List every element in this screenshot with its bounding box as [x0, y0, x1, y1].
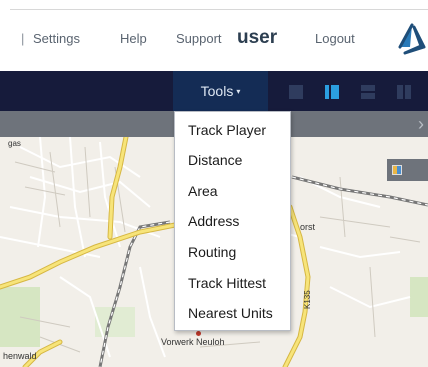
chevron-right-icon[interactable]: › [418, 113, 424, 135]
menu-item-nearest-units[interactable]: Nearest Units [188, 304, 273, 322]
map-label: orst [300, 222, 316, 232]
user-link[interactable]: user [237, 26, 277, 50]
settings-link[interactable]: Settings [33, 27, 80, 51]
map-layer-control[interactable] [387, 159, 428, 181]
tools-label: Tools [200, 83, 234, 99]
top-divider [10, 9, 428, 10]
layout-split-horizontal-icon[interactable] [361, 85, 375, 99]
map-label: henwald [3, 351, 37, 361]
location-pin-icon [196, 331, 201, 336]
layout-quad-icon[interactable] [397, 85, 411, 99]
link-separator: | [21, 31, 25, 46]
support-link[interactable]: Support [176, 27, 222, 51]
railway [291, 175, 428, 207]
road-label: K135 [303, 290, 312, 309]
layout-split-vertical-icon[interactable] [325, 85, 339, 99]
menu-item-area[interactable]: Area [188, 182, 218, 200]
main-navbar: Tools ▾ [0, 71, 428, 111]
menu-item-distance[interactable]: Distance [188, 151, 242, 169]
top-bar: | Settings Help Support user Logout [0, 0, 428, 70]
map-label: gas [8, 139, 21, 148]
chevron-down-icon: ▾ [236, 87, 241, 96]
layout-single-icon[interactable] [289, 85, 303, 99]
menu-item-track-player[interactable]: Track Player [188, 121, 266, 139]
tools-dropdown: Track Player Distance Area Address Routi… [174, 111, 291, 331]
map-label: Vorwerk Neuloh [161, 337, 225, 347]
menu-item-track-hittest[interactable]: Track Hittest [188, 274, 266, 292]
help-link[interactable]: Help [120, 27, 147, 51]
layers-icon [392, 165, 402, 175]
park-area [410, 277, 428, 317]
top-links: | Settings Help Support user Logout [0, 27, 428, 51]
tools-menu-button[interactable]: Tools ▾ [173, 71, 268, 111]
menu-item-routing[interactable]: Routing [188, 243, 236, 261]
logout-link[interactable]: Logout [315, 27, 355, 51]
brand-logo-icon[interactable] [397, 23, 427, 55]
menu-item-address[interactable]: Address [188, 212, 239, 230]
